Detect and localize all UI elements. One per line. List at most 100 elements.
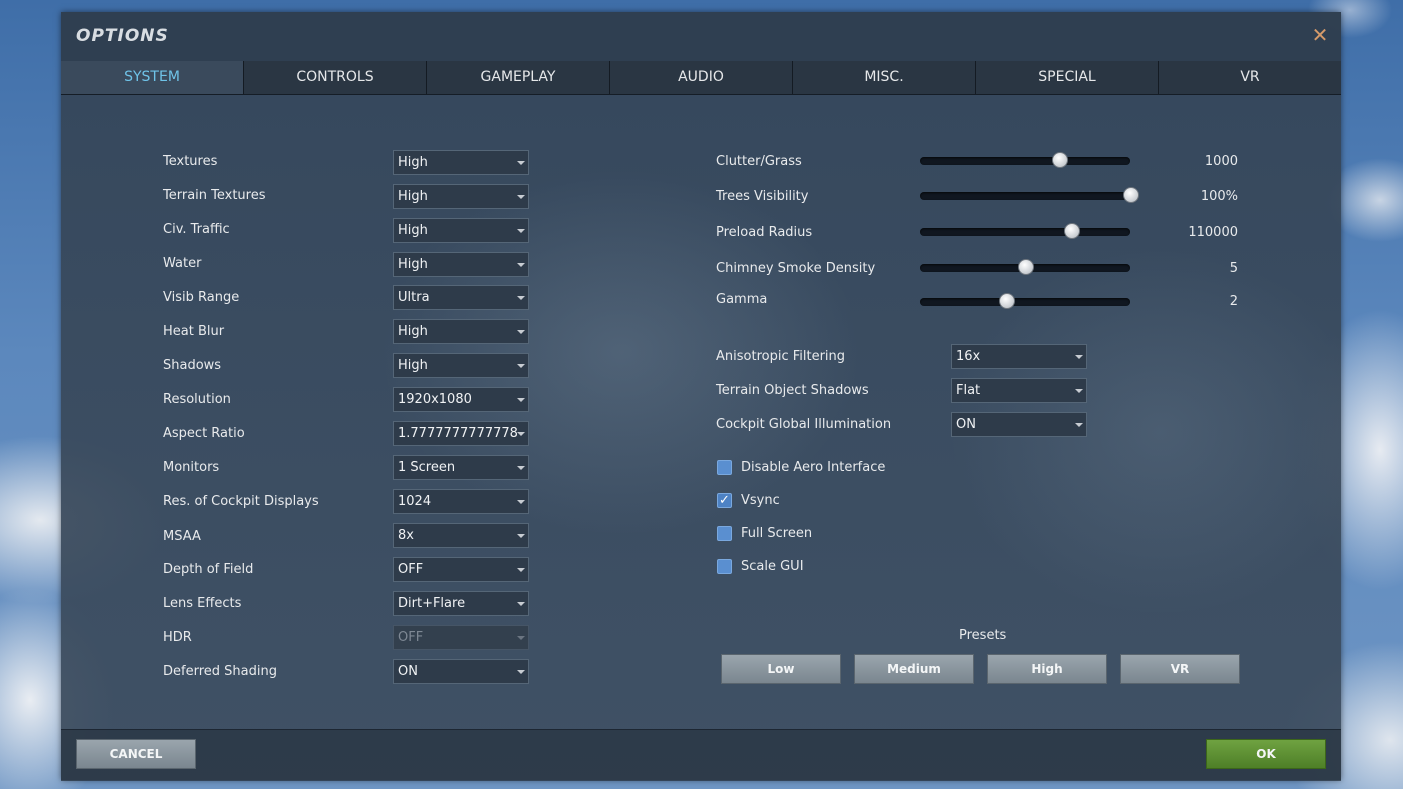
setting-label-aspect-ratio: Aspect Ratio	[163, 426, 245, 441]
cancel-button[interactable]: CANCEL	[76, 739, 196, 769]
preset-high-button[interactable]: High	[987, 654, 1107, 684]
checkbox-label-vsync: Vsync	[741, 493, 780, 508]
chevron-down-icon	[517, 568, 525, 572]
lens-effects-select[interactable]: Dirt+Flare	[393, 591, 529, 616]
setting-label-textures: Textures	[163, 154, 218, 169]
setting-label-cockpit-gi: Cockpit Global Illumination	[716, 417, 892, 432]
setting-label-visib-range: Visib Range	[163, 290, 240, 305]
slider-label-trees-visibility: Trees Visibility	[716, 189, 809, 204]
chevron-down-icon	[517, 432, 525, 436]
select-value: ON	[956, 417, 976, 432]
tab-special[interactable]: SPECIAL	[976, 61, 1159, 94]
gamma-slider[interactable]	[920, 293, 1130, 309]
terrain-object-shadows-select[interactable]: Flat	[951, 378, 1087, 403]
checkbox-label-scale-gui: Scale GUI	[741, 559, 804, 574]
chevron-down-icon	[517, 500, 525, 504]
close-icon[interactable]: ✕	[1311, 25, 1329, 45]
chimney-smoke-slider[interactable]	[920, 259, 1130, 275]
select-value: Dirt+Flare	[398, 596, 466, 611]
ok-button[interactable]: OK	[1206, 739, 1326, 769]
chevron-down-icon	[517, 636, 525, 640]
dialog-title: OPTIONS	[76, 26, 169, 46]
tab-audio[interactable]: AUDIO	[610, 61, 793, 94]
slider-handle[interactable]	[1123, 187, 1139, 203]
slider-label-gamma: Gamma	[716, 292, 768, 307]
slider-handle[interactable]	[1018, 259, 1034, 275]
terrain-textures-select[interactable]: High	[393, 184, 529, 209]
preload-radius-slider[interactable]	[920, 223, 1130, 239]
msaa-select[interactable]: 8x	[393, 523, 529, 548]
select-value: 1.7777777777778	[398, 426, 518, 441]
setting-label-shadows: Shadows	[163, 358, 222, 373]
options-dialog: OPTIONS ✕ SYSTEM CONTROLS GAMEPLAY AUDIO…	[61, 12, 1341, 781]
setting-label-civ-traffic: Civ. Traffic	[163, 222, 230, 237]
select-value: 16x	[956, 349, 981, 364]
chevron-down-icon	[517, 466, 525, 470]
slider-value: 2	[1229, 294, 1238, 309]
chevron-down-icon	[517, 161, 525, 165]
chevron-down-icon	[517, 534, 525, 538]
checkbox-label-disable-aero: Disable Aero Interface	[741, 460, 886, 475]
chevron-down-icon	[517, 263, 525, 267]
chevron-down-icon	[1075, 355, 1083, 359]
trees-visibility-slider[interactable]	[920, 187, 1139, 203]
setting-label-resolution: Resolution	[163, 392, 231, 407]
preset-medium-button[interactable]: Medium	[854, 654, 974, 684]
aspect-ratio-select[interactable]: 1.7777777777778	[393, 421, 529, 446]
hdr-select: OFF	[393, 625, 529, 650]
shadows-select[interactable]: High	[393, 353, 529, 378]
select-value: OFF	[398, 630, 424, 645]
setting-label-cockpit-displays: Res. of Cockpit Displays	[163, 494, 319, 509]
select-value: High	[398, 324, 428, 339]
select-value: Flat	[956, 383, 981, 398]
slider-label-chimney-smoke: Chimney Smoke Density	[716, 261, 876, 276]
presets-label: Presets	[959, 628, 1007, 643]
full-screen-checkbox[interactable]	[717, 526, 732, 541]
monitors-select[interactable]: 1 Screen	[393, 455, 529, 480]
slider-value: 1000	[1204, 154, 1238, 169]
scale-gui-checkbox[interactable]	[717, 559, 732, 574]
slider-handle[interactable]	[1064, 223, 1081, 239]
depth-of-field-select[interactable]: OFF	[393, 557, 529, 582]
clutter-grass-slider[interactable]	[920, 152, 1130, 168]
slider-handle[interactable]	[1051, 152, 1068, 168]
resolution-select[interactable]: 1920x1080	[393, 387, 529, 412]
setting-label-heat-blur: Heat Blur	[163, 324, 225, 339]
select-value: 1024	[398, 494, 432, 509]
tab-misc[interactable]: MISC.	[793, 61, 976, 94]
tab-controls[interactable]: CONTROLS	[244, 61, 427, 94]
select-value: 1920x1080	[398, 392, 472, 407]
select-value: ON	[398, 664, 418, 679]
setting-label-anisotropic: Anisotropic Filtering	[716, 349, 846, 364]
slider-value: 100%	[1200, 189, 1238, 204]
dialog-footer: CANCEL OK	[61, 729, 1341, 781]
preset-vr-button[interactable]: VR	[1120, 654, 1240, 684]
cockpit-gi-select[interactable]: ON	[951, 412, 1087, 437]
setting-label-msaa: MSAA	[163, 529, 201, 544]
water-select[interactable]: High	[393, 252, 529, 277]
tab-vr[interactable]: VR	[1159, 61, 1341, 94]
preset-low-button[interactable]: Low	[721, 654, 841, 684]
anisotropic-select[interactable]: 16x	[951, 344, 1087, 369]
cockpit-displays-select[interactable]: 1024	[393, 489, 529, 514]
title-bar: OPTIONS ✕	[61, 12, 1341, 61]
tab-system[interactable]: SYSTEM	[61, 61, 244, 94]
chevron-down-icon	[517, 229, 525, 233]
chevron-down-icon	[517, 398, 525, 402]
chevron-down-icon	[517, 364, 525, 368]
chevron-down-icon	[1075, 423, 1083, 427]
select-value: High	[398, 189, 428, 204]
visib-range-select[interactable]: Ultra	[393, 285, 529, 310]
deferred-shading-select[interactable]: ON	[393, 659, 529, 684]
civ-traffic-select[interactable]: High	[393, 218, 529, 243]
slider-handle[interactable]	[999, 293, 1016, 309]
textures-select[interactable]: High	[393, 150, 529, 175]
chevron-down-icon	[517, 670, 525, 674]
heat-blur-select[interactable]: High	[393, 319, 529, 344]
select-value: Ultra	[398, 290, 430, 305]
select-value: High	[398, 155, 428, 170]
tab-gameplay[interactable]: GAMEPLAY	[427, 61, 610, 94]
disable-aero-checkbox[interactable]	[717, 460, 732, 475]
setting-label-deferred-shading: Deferred Shading	[163, 664, 277, 679]
vsync-checkbox[interactable]: ✓	[717, 493, 732, 508]
